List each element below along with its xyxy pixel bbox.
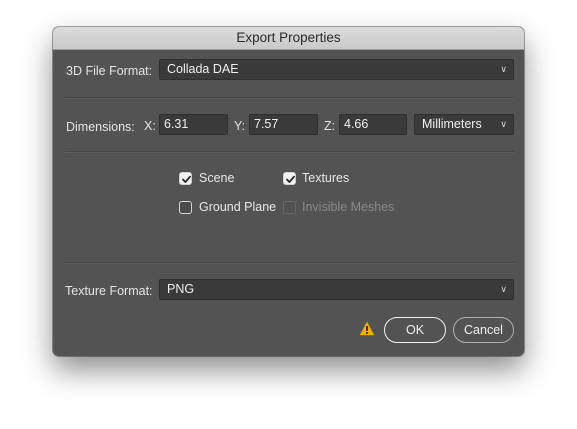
invisible-meshes-checkbox [283,201,296,214]
checkmark-icon [286,175,295,183]
dimension-z-label: Z: [324,119,336,133]
dimension-y-input[interactable]: 7.57 [249,114,318,135]
dimension-z-input[interactable]: 4.66 [339,114,407,135]
export-properties-dialog: Export Properties 3D File Format: Collad… [53,27,524,356]
divider [65,97,514,99]
file-format-label: 3D File Format: [66,64,153,78]
units-value: Millimeters [422,117,482,131]
dimension-x-input[interactable]: 6.31 [159,114,228,135]
cancel-button[interactable]: Cancel [453,317,514,343]
dimension-x-label: X: [144,119,156,133]
ground-plane-label[interactable]: Ground Plane [199,200,276,214]
chevron-down-icon: ∨ [500,119,507,129]
texture-format-value: PNG [167,282,195,296]
chevron-down-icon: ∨ [500,64,507,74]
dimensions-label: Dimensions: [66,120,135,134]
invisible-meshes-label: Invisible Meshes [302,200,395,214]
dimension-y-label: Y: [234,119,246,133]
scene-checkbox[interactable] [179,172,192,185]
ok-button[interactable]: OK [384,317,446,343]
warning-icon [359,321,375,336]
textures-label[interactable]: Textures [302,171,349,185]
ground-plane-checkbox[interactable] [179,201,192,214]
texture-format-label: Texture Format: [65,284,153,298]
texture-format-select[interactable]: PNG ∨ [159,279,514,300]
file-format-select[interactable]: Collada DAE ∨ [159,59,514,80]
checkmark-icon [182,175,191,183]
units-select[interactable]: Millimeters ∨ [414,114,514,135]
file-format-value: Collada DAE [167,62,239,76]
chevron-down-icon: ∨ [500,284,507,294]
divider [65,262,514,264]
textures-checkbox[interactable] [283,172,296,185]
divider [65,151,514,153]
scene-label[interactable]: Scene [199,171,234,185]
dialog-title: Export Properties [53,27,524,50]
